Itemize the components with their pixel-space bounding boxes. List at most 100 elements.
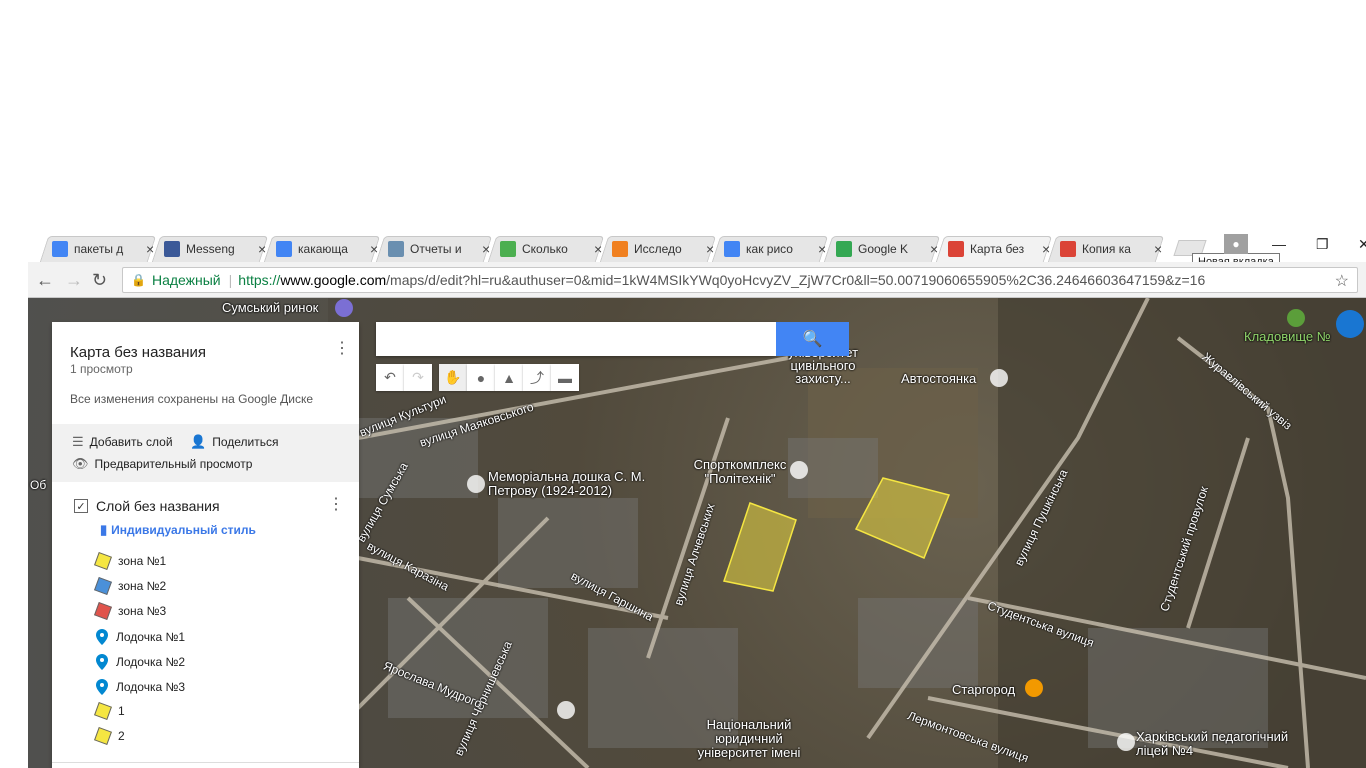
layer-item-label: Лодочка №1 [116,630,186,644]
back-icon[interactable]: ← [36,270,54,291]
minimize-icon[interactable]: — [1272,236,1286,252]
tab-strip: пакеты д × Messeng × какающа × Отчеты и × Скольк… [28,230,1366,271]
restore-icon[interactable]: ❐ [1316,236,1329,253]
tab-title: Карта без [970,242,1025,256]
browser-tab[interactable]: Копия ка × [1060,236,1162,262]
maps-icon [836,241,852,257]
layer-item-label: Лодочка №3 [116,680,186,694]
layer-item[interactable]: зона №3 [94,602,167,620]
layer-item[interactable]: Лодочка №1 [96,629,185,645]
mymaps-icon [1060,241,1076,257]
polygon-icon [94,577,112,595]
preview-label: Предварительный просмотр [94,457,253,471]
google-icon [276,241,292,257]
browser-tab[interactable]: Messeng × [164,236,266,262]
map-search-input[interactable] [376,322,776,356]
directions-icon[interactable]: ⤴ [523,364,551,391]
lock-icon: 🔒 [131,273,146,287]
secure-label: Надежный [151,272,221,288]
gfk-icon [612,241,628,257]
mymaps-icon [948,241,964,257]
bookmark-star-icon[interactable]: ☆ [1335,271,1349,291]
layer-item[interactable]: 1 [94,702,125,720]
map-label-memorial[interactable]: Меморіальна дошка С. М. Петрову (1924-20… [488,470,648,498]
browser-tab[interactable]: пакеты д × [52,236,154,262]
tab-close-icon[interactable]: × [1154,241,1162,257]
browser-tab[interactable]: Google K × [836,236,938,262]
tab-title: Сколько [522,242,568,256]
forward-icon[interactable]: → [65,270,83,291]
paint-roller-icon: ▮ [100,522,108,537]
browser-tab[interactable]: какающа × [276,236,378,262]
browser-tab[interactable]: Сколько × [500,236,602,262]
layer-item-label: зона №2 [118,579,167,593]
browser-tab[interactable]: Исследо × [612,236,714,262]
measure-ruler-icon[interactable]: ▬ [551,364,579,391]
layer-item[interactable]: 2 [94,727,125,745]
layer-item-label: 1 [118,704,125,718]
map-options-icon[interactable]: ⋮ [334,338,350,358]
hand-tool-icon[interactable]: ✋ [439,364,467,391]
browser-tab[interactable]: Отчеты и × [388,236,490,262]
map-label-lyceum[interactable]: Харківський педагогічний ліцей №4 [1136,730,1296,758]
layer-checkbox[interactable]: ✓ [74,499,88,513]
polygon-icon [94,702,112,720]
map-label-market[interactable]: Сумський ринок [222,300,318,315]
pin-icon [96,629,108,645]
layer-item-label: Лодочка №2 [116,655,186,669]
draw-line-icon[interactable]: ▲ [495,364,523,391]
tab-title: Google K [858,242,909,256]
map-label-sport-complex[interactable]: Спорткомплекс "Політехнік" [680,458,800,486]
dog-icon [388,241,404,257]
layer-name[interactable]: Слой без названия [96,498,220,514]
undo-icon[interactable]: ↶ [376,364,404,391]
facebook-icon [164,241,180,257]
layer-item[interactable]: Лодочка №3 [96,679,185,695]
individual-style-link[interactable]: ▮ Индивидуальный стиль [100,522,256,538]
add-marker-icon[interactable]: ● [467,364,495,391]
layers-icon: ☰ [72,434,84,449]
profile-icon[interactable]: ● [1224,234,1248,254]
map-title[interactable]: Карта без названия [70,344,206,361]
map-label-parking[interactable]: Автостоянка [901,371,976,386]
save-status: Все изменения сохранены на Google Диске [70,392,314,406]
layer-options-icon[interactable]: ⋮ [328,494,344,514]
layer-item[interactable]: Лодочка №2 [96,654,185,670]
browser-tab[interactable]: как рисо × [724,236,826,262]
browser-chrome: пакеты д × Messeng × какающа × Отчеты и × Скольк… [28,230,1366,298]
eye-icon: 👁 [72,456,89,471]
url-text: https://www.google.com/maps/d/edit?hl=ru… [238,272,1206,288]
address-bar[interactable]: 🔒 Надежный | https://www.google.com/maps… [122,267,1358,293]
map-label-law-university[interactable]: Національний юридичний університет імені [694,718,804,760]
share-button[interactable]: 👤 Поделиться [190,434,278,450]
close-window-icon[interactable]: ✕ [1358,236,1366,253]
search-button[interactable]: 🔍 [776,322,849,356]
add-layer-label: Добавить слой [89,435,173,449]
style-link-label: Индивидуальный стиль [111,523,256,537]
google-icon [724,241,740,257]
layer-item-label: зона №3 [118,604,167,618]
map-label-cemetery[interactable]: Кладовище № [1244,329,1331,344]
tab-title: как рисо [746,242,793,256]
tab-title: Копия ка [1082,242,1131,256]
browser-tab[interactable]: Карта без × [948,236,1050,262]
tab-title: какающа [298,242,348,256]
tab-title: Отчеты и [410,242,462,256]
pin-icon [96,654,108,670]
map-panel: Карта без названия 1 просмотр ⋮ Все изме… [52,322,359,768]
google-icon [52,241,68,257]
map-label-stargorod[interactable]: Старгород [952,682,1015,697]
pin-icon [96,679,108,695]
redo-icon[interactable]: ↷ [404,364,432,391]
view-count: 1 просмотр [70,362,133,376]
reload-icon[interactable]: ↻ [92,270,107,291]
add-layer-button[interactable]: ☰ Добавить слой [72,434,173,450]
preview-button[interactable]: 👁 Предварительный просмотр [72,456,252,472]
tab-title: пакеты д [74,242,124,256]
panel-actions: ☰ Добавить слой 👤 Поделиться 👁 Предварит… [52,424,359,482]
layer-item[interactable]: зона №2 [94,577,167,595]
share-label: Поделиться [212,435,279,449]
screen: пакеты д × Messeng × какающа × Отчеты и × Скольк… [0,0,1366,768]
layer-item-label: 2 [118,729,125,743]
layer-item[interactable]: зона №1 [94,552,166,570]
